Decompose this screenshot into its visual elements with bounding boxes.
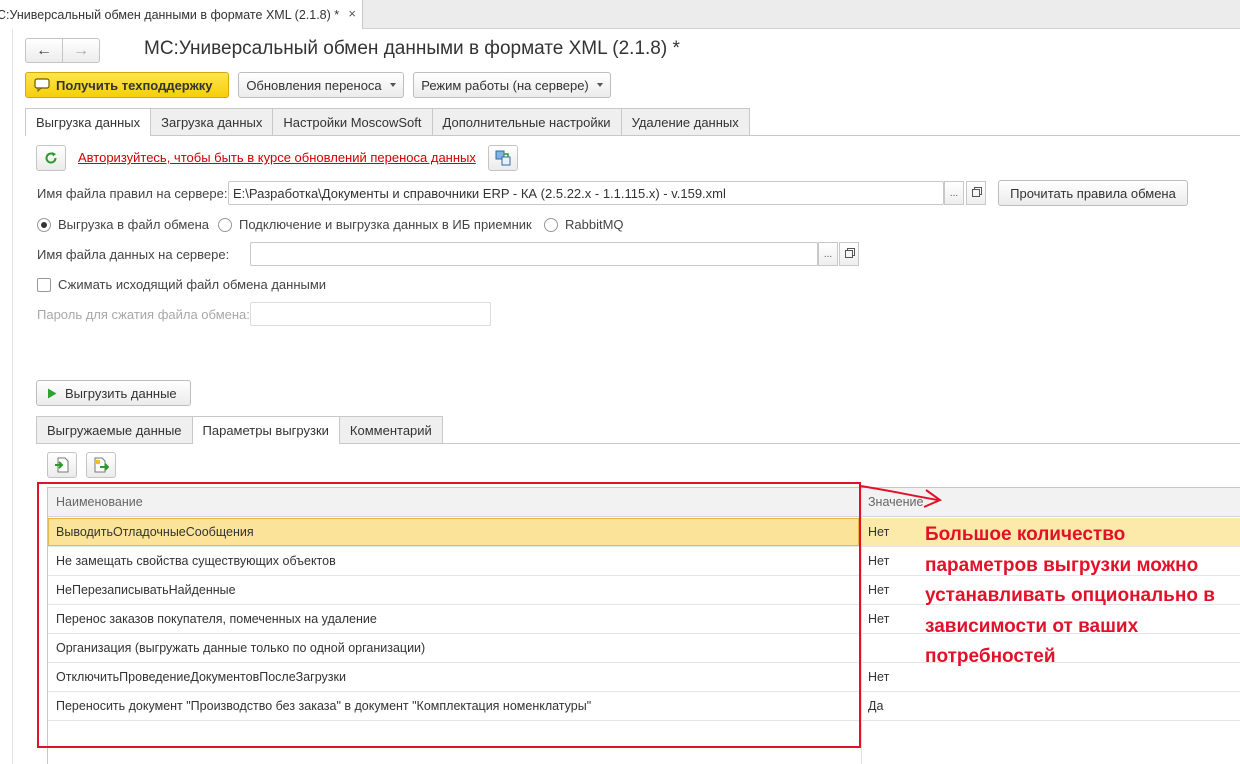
param-name: ВыводитьОтладочныеСообщения bbox=[56, 525, 254, 539]
radio-icon-checked bbox=[37, 217, 51, 232]
annotation-highlight-box bbox=[37, 482, 861, 748]
mode-dropdown[interactable]: Режим работы (на сервере) bbox=[413, 72, 611, 98]
tab-exported-data[interactable]: Выгружаемые данные bbox=[36, 416, 193, 443]
support-button[interactable]: Получить техподдержку bbox=[25, 72, 229, 98]
rules-file-open-button[interactable] bbox=[966, 181, 986, 205]
param-value[interactable]: Нет bbox=[868, 525, 889, 539]
radio-icon bbox=[544, 217, 558, 232]
rules-file-label: Имя файла правил на сервере: bbox=[37, 186, 228, 201]
param-value[interactable]: Нет bbox=[868, 670, 889, 684]
data-file-picker-button[interactable]: ... bbox=[818, 242, 838, 266]
tab-additional-settings[interactable]: Дополнительные настройки bbox=[431, 108, 622, 135]
password-input[interactable] bbox=[250, 302, 491, 326]
back-arrow-icon[interactable]: ← bbox=[26, 39, 62, 62]
data-file-input[interactable] bbox=[250, 242, 818, 266]
column-separator bbox=[861, 488, 862, 764]
tab-export-parameters[interactable]: Параметры выгрузки bbox=[191, 416, 340, 444]
tab-comment[interactable]: Комментарий bbox=[338, 416, 443, 443]
history-nav: ← → bbox=[25, 38, 100, 63]
rules-file-input[interactable]: E:\Разработка\Документы и справочники ER… bbox=[228, 181, 944, 205]
refresh-icon bbox=[45, 152, 57, 164]
export-file-icon bbox=[94, 457, 109, 473]
compress-checkbox-label: Сжимать исходящий файл обмена данными bbox=[58, 277, 327, 292]
tab-import[interactable]: Загрузка данных bbox=[150, 108, 274, 135]
read-rules-button[interactable]: Прочитать правила обмена bbox=[998, 180, 1188, 206]
radio-rabbitmq[interactable]: RabbitMQ bbox=[544, 217, 624, 232]
updates-dropdown-label: Обновления переноса bbox=[246, 77, 382, 93]
exchange-settings-button[interactable] bbox=[488, 145, 518, 171]
close-icon[interactable]: × bbox=[348, 6, 356, 21]
param-value[interactable]: Нет bbox=[868, 612, 889, 626]
exchange-icon bbox=[495, 150, 511, 166]
updates-dropdown[interactable]: Обновления переноса bbox=[238, 72, 404, 98]
sub-tabs: Выгружаемые данные Параметры выгрузки Ко… bbox=[36, 416, 443, 444]
export-data-button-label: Выгрузить данные bbox=[65, 385, 177, 401]
radio-connect-and-export[interactable]: Подключение и выгрузка данных в ИБ прием… bbox=[218, 217, 532, 232]
import-file-icon bbox=[55, 457, 69, 473]
mode-dropdown-label: Режим работы (на сервере) bbox=[421, 77, 589, 93]
checkbox-icon bbox=[37, 277, 51, 292]
compress-checkbox[interactable]: Сжимать исходящий файл обмена данными bbox=[37, 277, 326, 292]
save-params-button[interactable] bbox=[86, 452, 116, 478]
annotation-note: Большое количество параметров выгрузки м… bbox=[925, 524, 1215, 667]
document-tab[interactable]: С:Универсальный обмен данными в формате … bbox=[0, 0, 363, 29]
tab-delete-data[interactable]: Удаление данных bbox=[620, 108, 750, 135]
page-title: МС:Универсальный обмен данными в формате… bbox=[144, 38, 680, 59]
radio-icon bbox=[218, 217, 232, 232]
play-icon bbox=[48, 388, 57, 398]
left-divider bbox=[12, 29, 13, 764]
chevron-down-icon bbox=[389, 83, 396, 87]
param-value[interactable]: Нет bbox=[868, 583, 889, 597]
refresh-button[interactable] bbox=[36, 145, 66, 171]
main-tabs: Выгрузка данных Загрузка данных Настройк… bbox=[25, 108, 750, 136]
support-button-label: Получить техподдержку bbox=[56, 77, 213, 93]
auth-link[interactable]: Авторизуйтесь, чтобы быть в курсе обновл… bbox=[78, 150, 476, 165]
radio-label: Подключение и выгрузка данных в ИБ прием… bbox=[239, 217, 532, 232]
param-value[interactable]: Нет bbox=[868, 554, 889, 568]
chevron-down-icon bbox=[596, 83, 603, 87]
window-tab-strip: С:Универсальный обмен данными в формате … bbox=[0, 0, 1240, 29]
password-label: Пароль для сжатия файла обмена: bbox=[37, 307, 250, 322]
forward-arrow-icon[interactable]: → bbox=[62, 39, 99, 62]
radio-export-to-file[interactable]: Выгрузка в файл обмена bbox=[37, 217, 209, 232]
param-value[interactable]: Да bbox=[868, 699, 883, 713]
tab-divider bbox=[25, 135, 1240, 136]
rules-file-picker-button[interactable]: ... bbox=[944, 181, 964, 205]
load-params-button[interactable] bbox=[47, 452, 77, 478]
radio-label: RabbitMQ bbox=[565, 217, 624, 232]
data-file-open-button[interactable] bbox=[839, 242, 859, 266]
chat-icon bbox=[34, 78, 50, 92]
tab-moscowsoft-settings[interactable]: Настройки MoscowSoft bbox=[272, 108, 433, 135]
document-tab-title: С:Универсальный обмен данными в формате … bbox=[0, 7, 340, 22]
tab-export[interactable]: Выгрузка данных bbox=[25, 108, 152, 136]
radio-label: Выгрузка в файл обмена bbox=[58, 217, 209, 232]
open-window-icon bbox=[972, 189, 980, 197]
export-data-button[interactable]: Выгрузить данные bbox=[36, 380, 191, 406]
annotation-arrow-icon bbox=[859, 485, 943, 508]
open-window-icon bbox=[845, 250, 853, 258]
data-file-label: Имя файла данных на сервере: bbox=[37, 247, 230, 262]
